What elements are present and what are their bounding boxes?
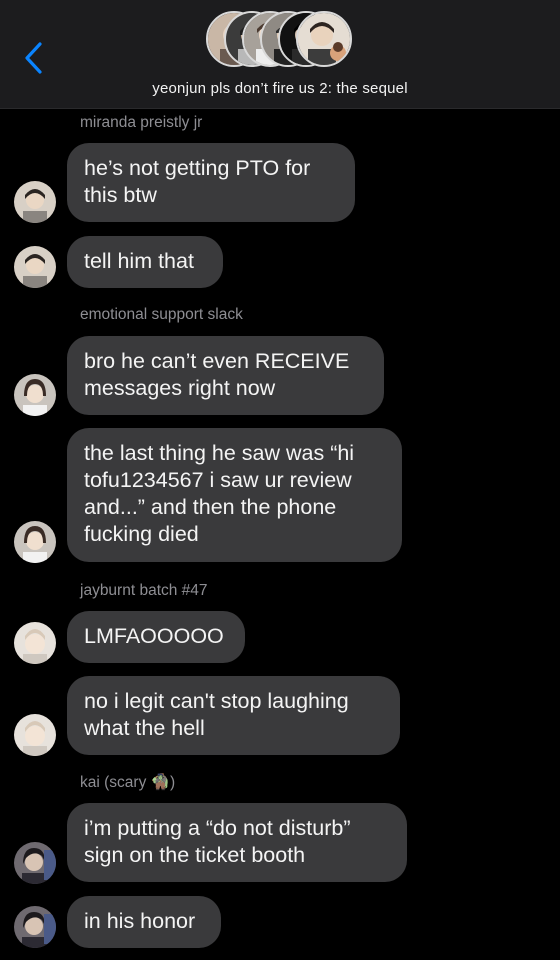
chat-screen: yeonjun pls don’t fire us 2: the sequel … — [0, 0, 560, 960]
message-bubble[interactable]: tell him that — [67, 236, 223, 288]
group-title[interactable]: yeonjun pls don’t fire us 2: the sequel — [0, 80, 560, 97]
message-bubble[interactable]: the last thing he saw was “hi tofu123456… — [67, 428, 402, 562]
sender-name-prefix: kai (scary — [80, 774, 151, 791]
group-avatar-stack[interactable] — [206, 11, 356, 71]
member-avatar — [296, 11, 352, 67]
avatar[interactable] — [14, 714, 56, 756]
troll-emoji-icon: 🧌 — [150, 774, 170, 791]
avatar[interactable] — [14, 181, 56, 223]
message-bubble[interactable]: bro he can’t even RECEIVE messages right… — [67, 336, 384, 415]
avatar[interactable] — [14, 622, 56, 664]
message-bubble[interactable]: in his honor — [67, 896, 221, 948]
chevron-left-icon — [25, 42, 42, 74]
message-bubble[interactable]: LMFAOOOOO — [67, 611, 245, 663]
avatar[interactable] — [14, 521, 56, 563]
sender-name: emotional support slack — [80, 306, 243, 323]
avatar[interactable] — [14, 906, 56, 948]
avatar[interactable] — [14, 842, 56, 884]
message-bubble[interactable]: no i legit can't stop laughing what the … — [67, 676, 400, 755]
chat-header: yeonjun pls don’t fire us 2: the sequel — [0, 0, 560, 109]
sender-name-suffix: ) — [169, 774, 176, 791]
sender-name: miranda preistly jr — [80, 114, 203, 131]
sender-name: kai (scary 🧌) — [80, 773, 175, 792]
message-bubble[interactable]: i’m putting a “do not disturb” sign on t… — [67, 803, 407, 882]
avatar[interactable] — [14, 246, 56, 288]
message-bubble[interactable]: he’s not getting PTO for this btw — [67, 143, 355, 222]
back-button[interactable] — [20, 40, 50, 76]
sender-name: jayburnt batch #47 — [80, 582, 208, 599]
avatar[interactable] — [14, 374, 56, 416]
